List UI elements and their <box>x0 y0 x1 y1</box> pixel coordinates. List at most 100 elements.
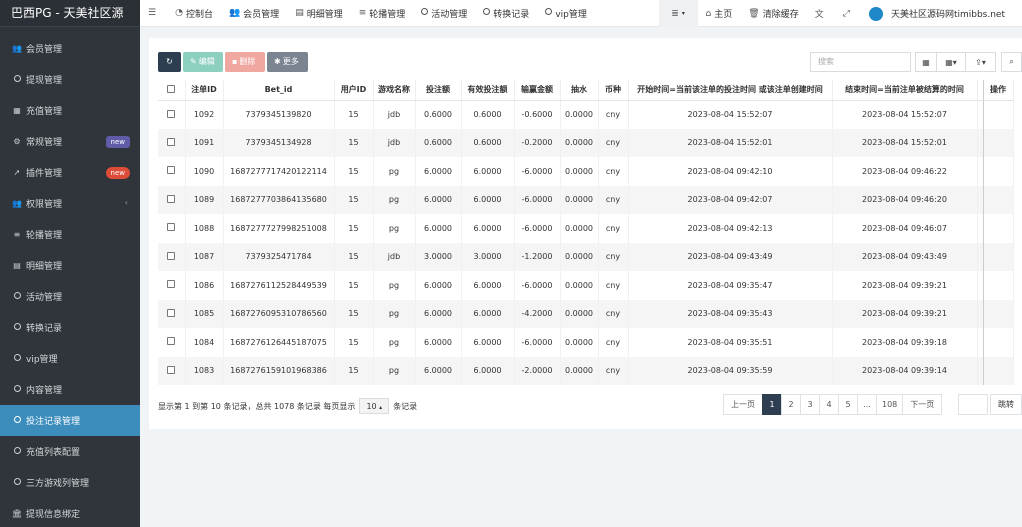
user-profile[interactable]: 天美社区源码网timibbs.net <box>861 0 1022 27</box>
row-checkbox[interactable] <box>167 166 176 175</box>
sidebar-item-3[interactable]: ▦ 充值管理 <box>0 95 140 126</box>
actions-cell[interactable] <box>983 100 1014 129</box>
translate-button[interactable]: 文 <box>807 0 835 27</box>
edit-button[interactable]: ✎ 编辑 <box>183 52 223 72</box>
actions-cell[interactable] <box>983 271 1014 300</box>
actions-cell[interactable] <box>983 157 1014 186</box>
toggle-view-button[interactable]: ▦ <box>915 52 937 72</box>
nav-menu-dropdown[interactable]: ≣ ▾ <box>658 0 698 27</box>
row-select-cell[interactable] <box>158 242 186 271</box>
sidebar-item-11[interactable]: vip管理 <box>0 343 140 374</box>
table-row[interactable]: 1092 7379345139820 15 jdb 0.6000 0.6000 -0.600… <box>158 100 1014 129</box>
table-row[interactable]: 1087 7379325471784 15 jdb 3.0000 3.0000 -1.200… <box>158 242 1014 271</box>
row-select-cell[interactable] <box>158 214 186 243</box>
column-header[interactable]: 用户ID <box>334 80 374 101</box>
select-all-header[interactable] <box>158 80 186 101</box>
sidebar-item-10[interactable]: 转换记录 <box>0 312 140 343</box>
table-row[interactable]: 1083 1687276159101968386 15 pg 6.0000 6.0000-… <box>158 356 1014 385</box>
top-tab-7[interactable]: vip管理 <box>537 0 595 27</box>
row-checkbox[interactable] <box>167 137 176 146</box>
page-button[interactable]: 4 <box>819 394 839 415</box>
table-row[interactable]: 1086 1687276112528449539 15 pg 6.0000 6.0000-… <box>158 271 1014 300</box>
jump-page-input[interactable] <box>958 394 988 415</box>
page-button[interactable]: 1 <box>762 394 782 415</box>
sidebar-item-14[interactable]: 充值列表配置 <box>0 436 140 467</box>
sidebar-item-9[interactable]: 活动管理 <box>0 281 140 312</box>
sidebar-item-2[interactable]: 提现管理 <box>0 64 140 95</box>
next-page-button[interactable]: 下一页 <box>902 394 943 415</box>
top-tab-3[interactable]: ▤ 明细管理 <box>287 0 351 27</box>
actions-cell[interactable] <box>983 356 1014 385</box>
advanced-search-button[interactable]: ⌕ <box>1001 52 1022 72</box>
page-button[interactable]: 2 <box>781 394 801 415</box>
actions-cell[interactable] <box>983 214 1014 243</box>
more-button[interactable]: ✱ 更多 <box>267 52 308 72</box>
sidebar-item-7[interactable]: ≡ 轮播管理 <box>0 219 140 250</box>
row-checkbox[interactable] <box>167 194 176 203</box>
table-row[interactable]: 1089 1687277703864135680 15 pg 6.0000 6.0000-… <box>158 185 1014 214</box>
table-row[interactable]: 1085 1687276095310786560 15 pg 6.0000 6.0000-… <box>158 299 1014 328</box>
actions-cell[interactable] <box>983 128 1014 157</box>
column-header[interactable]: 输赢金额 <box>514 80 561 101</box>
column-header[interactable]: 游戏名称 <box>373 80 416 101</box>
sidebar-item-5[interactable]: ➚ 插件管理 new <box>0 157 140 188</box>
actions-cell[interactable] <box>983 185 1014 214</box>
column-header[interactable]: 结束时间=当前注单被结算的时间 <box>832 80 978 101</box>
table-row[interactable]: 1088 1687277727998251008 15 pg 6.0000 6.0000-… <box>158 214 1014 243</box>
columns-button[interactable]: ▦▾ <box>936 52 966 72</box>
column-header[interactable]: 投注额 <box>415 80 462 101</box>
sidebar-item-1[interactable]: 👥 会员管理 <box>0 33 140 64</box>
top-tab-4[interactable]: ≡ 轮播管理 <box>351 0 414 27</box>
row-checkbox[interactable] <box>167 109 176 118</box>
column-header[interactable]: 抽水 <box>560 80 599 101</box>
actions-cell[interactable] <box>983 299 1014 328</box>
row-select-cell[interactable] <box>158 328 186 357</box>
sidebar-item-12[interactable]: 内容管理 <box>0 374 140 405</box>
row-checkbox[interactable] <box>167 251 176 260</box>
export-button[interactable]: ⇪▾ <box>965 52 996 72</box>
sidebar-toggle-button[interactable]: ☰ <box>140 0 167 27</box>
actions-cell[interactable] <box>983 242 1014 271</box>
row-select-cell[interactable] <box>158 100 186 129</box>
actions-cell[interactable] <box>983 328 1014 357</box>
select-all-checkbox[interactable] <box>167 84 176 93</box>
column-header[interactable]: 开始时间=当前该注单的投注时间 或该注单创建时间 <box>628 80 833 101</box>
row-select-cell[interactable] <box>158 271 186 300</box>
column-header[interactable]: 有效投注额 <box>461 80 515 101</box>
page-button[interactable]: 3 <box>800 394 820 415</box>
sidebar-item-6[interactable]: 👥 权限管理 ‹ <box>0 188 140 219</box>
top-tab-1[interactable]: ◔ 控制台 <box>167 0 221 27</box>
prev-page-button[interactable]: 上一页 <box>723 394 763 415</box>
clear-cache-button[interactable]: 🗑 清除缓存 <box>740 0 806 27</box>
jump-button[interactable]: 跳转 <box>990 394 1022 415</box>
row-select-cell[interactable] <box>158 157 186 186</box>
sidebar-item-4[interactable]: ⚙ 常规管理 new <box>0 126 140 157</box>
table-row[interactable]: 1091 7379345134928 15 jdb 0.6000 0.6000 -0.200… <box>158 128 1014 157</box>
row-select-cell[interactable] <box>158 299 186 328</box>
sidebar-item-15[interactable]: 三方游戏列管理 <box>0 467 140 498</box>
refresh-button[interactable]: ↻ <box>158 52 181 72</box>
top-tab-2[interactable]: 👥 会员管理 <box>221 0 287 27</box>
sidebar-item-16[interactable]: 🏛 提现信息绑定 <box>0 498 140 527</box>
row-checkbox[interactable] <box>167 308 176 317</box>
table-row[interactable]: 1090 1687277717420122114 15 pg 6.0000 6.0000-… <box>158 157 1014 186</box>
search-input[interactable]: 搜索 <box>810 52 911 72</box>
table-row[interactable]: 1084 1687276126445187075 15 pg 6.0000 6.0000-… <box>158 328 1014 357</box>
per-page-select[interactable]: 10 ▴ <box>359 398 390 414</box>
page-button[interactable]: 108 <box>876 394 904 415</box>
row-checkbox[interactable] <box>167 337 176 346</box>
brand-title[interactable]: 巴西PG - 天美社区源 <box>0 0 140 27</box>
fullscreen-button[interactable]: ⤢ <box>835 0 861 27</box>
column-header[interactable]: 币种 <box>598 80 629 101</box>
row-checkbox[interactable] <box>167 365 176 374</box>
sidebar-item-13[interactable]: 投注记录管理 <box>0 405 140 436</box>
row-select-cell[interactable] <box>158 128 186 157</box>
top-tab-6[interactable]: 转换记录 <box>475 0 537 27</box>
column-header[interactable]: 操作 <box>983 80 1014 101</box>
sidebar-item-8[interactable]: ▤ 明细管理 <box>0 250 140 281</box>
column-header[interactable]: 注单ID <box>185 80 224 101</box>
row-checkbox[interactable] <box>167 280 176 289</box>
delete-button[interactable]: ▪ 删除 <box>225 52 265 72</box>
row-select-cell[interactable] <box>158 356 186 385</box>
row-select-cell[interactable] <box>158 185 186 214</box>
